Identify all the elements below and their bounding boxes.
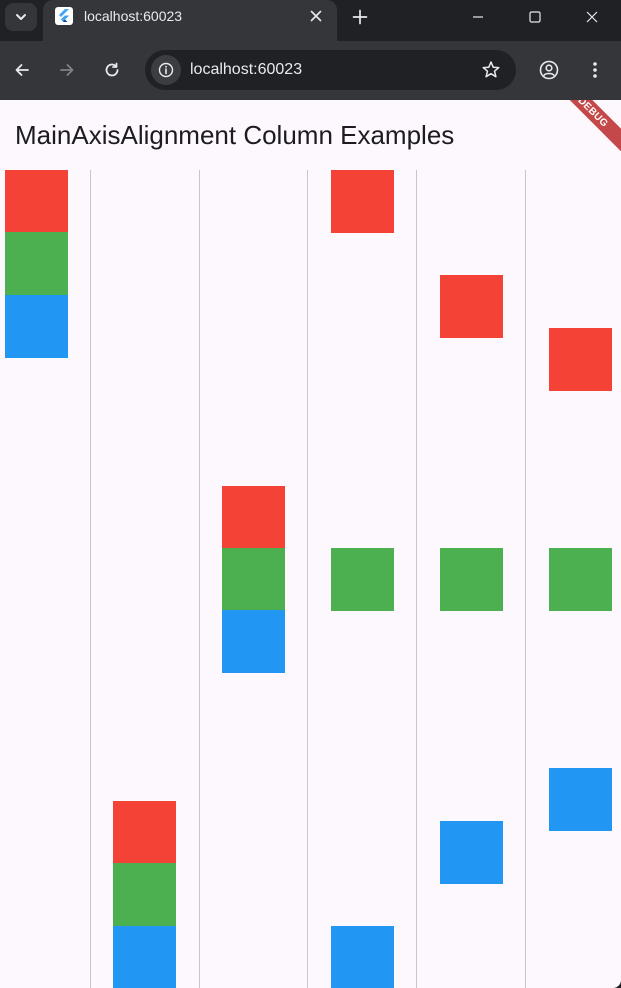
red-box: [331, 170, 394, 233]
red-box: [440, 275, 503, 338]
flutter-logo-icon: [55, 7, 73, 25]
app-page: MainAxisAlignment Column Examples DEBUG: [0, 100, 621, 988]
blue-box: [440, 821, 503, 884]
back-button[interactable]: [7, 55, 37, 85]
blue-box: [549, 768, 612, 831]
plus-icon: [352, 9, 368, 25]
maximize-icon: [528, 11, 541, 23]
minimize-icon: [472, 16, 483, 18]
more-vert-icon: [593, 62, 597, 78]
browser-tab[interactable]: localhost:60023: [43, 0, 337, 41]
columns-row: [0, 170, 621, 988]
tab-title: localhost:60023: [84, 8, 183, 24]
blue-box: [222, 610, 285, 673]
forward-button[interactable]: [52, 55, 82, 85]
red-box: [222, 486, 285, 549]
bookmark-star-icon[interactable]: [480, 59, 502, 81]
info-icon: [158, 62, 174, 78]
close-tab-icon[interactable]: [305, 5, 327, 27]
green-box: [331, 548, 394, 611]
url-text[interactable]: localhost:60023: [190, 61, 302, 79]
vertical-divider: [525, 170, 526, 988]
green-box: [440, 548, 503, 611]
blue-box: [113, 926, 176, 988]
new-tab-button[interactable]: [346, 4, 374, 30]
green-box: [222, 548, 285, 611]
vertical-divider: [307, 170, 308, 988]
red-box: [549, 328, 612, 391]
tab-strip: localhost:60023: [0, 0, 621, 41]
reload-icon: [105, 62, 119, 77]
close-icon: [586, 11, 597, 23]
account-circle-icon: [539, 60, 559, 80]
debug-banner: DEBUG: [544, 100, 621, 161]
blue-box: [331, 926, 394, 988]
red-box: [5, 170, 68, 233]
reload-button[interactable]: [97, 55, 127, 85]
tab-search-button[interactable]: [5, 3, 37, 31]
vertical-divider: [90, 170, 91, 988]
green-box: [5, 232, 68, 295]
page-title: MainAxisAlignment Column Examples: [15, 120, 455, 150]
address-bar[interactable]: localhost:60023: [145, 50, 516, 90]
chevron-down-icon: [16, 14, 26, 20]
arrow-right-icon: [60, 64, 74, 76]
debug-banner-label: DEBUG: [575, 100, 611, 130]
maximize-button[interactable]: [506, 0, 563, 34]
menu-button[interactable]: [580, 55, 610, 85]
vertical-divider: [199, 170, 200, 988]
green-box: [113, 863, 176, 926]
close-window-button[interactable]: [563, 0, 620, 34]
green-box: [549, 548, 612, 611]
browser-toolbar: localhost:60023: [0, 41, 621, 100]
red-box: [113, 801, 176, 864]
arrow-left-icon: [15, 64, 29, 76]
minimize-button[interactable]: [449, 0, 506, 34]
blue-box: [5, 295, 68, 358]
profile-button[interactable]: [534, 55, 564, 85]
site-info-button[interactable]: [151, 55, 181, 85]
vertical-divider: [416, 170, 417, 988]
